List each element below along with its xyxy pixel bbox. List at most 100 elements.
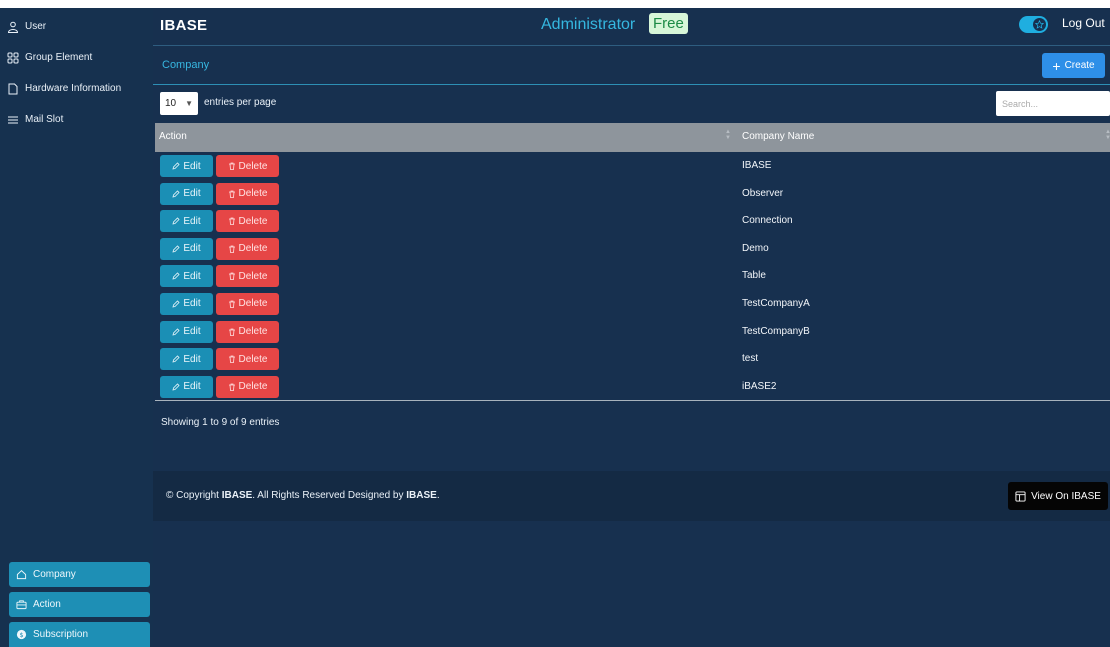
sidebar-top-nav: User Group Element Hardware Information …	[0, 8, 153, 135]
company-name-cell: test	[742, 353, 759, 365]
trash-icon	[228, 162, 235, 170]
table-row: Edit Delete iBASE2	[155, 373, 1110, 401]
copyright-middle: . All Rights Reserved Designed by	[252, 490, 407, 501]
sidebar-item-hardware-information[interactable]: Hardware Information	[0, 73, 153, 104]
edit-button[interactable]: Edit	[160, 182, 213, 205]
page-title: Company	[162, 59, 210, 71]
table-row: Edit Delete TestCompanyB	[155, 318, 1110, 346]
edit-button[interactable]: Edit	[160, 210, 213, 233]
delete-button[interactable]: Delete	[216, 155, 279, 177]
sidebar-item-label: Company	[33, 569, 76, 580]
edit-icon	[172, 272, 180, 280]
footer: © Copyright IBASE. All Rights Reserved D…	[153, 471, 1110, 521]
chevron-down-icon: ▼	[185, 99, 193, 108]
delete-button-label: Delete	[238, 298, 268, 310]
company-name-cell: Table	[742, 270, 766, 282]
edit-button-label: Edit	[183, 215, 201, 227]
edit-button-label: Edit	[183, 353, 201, 365]
sidebar-item-action[interactable]: Action	[9, 592, 150, 617]
delete-button[interactable]: Delete	[216, 237, 279, 260]
main-content: IBASE Administrator Free Log Out Company…	[153, 8, 1110, 647]
edit-button[interactable]: Edit	[160, 237, 213, 260]
top-bar: IBASE Administrator Free Log Out	[153, 8, 1110, 45]
edit-button[interactable]: Edit	[160, 375, 213, 398]
table-row: Edit Delete Observer	[155, 180, 1110, 208]
column-header-company-name[interactable]: Company Name	[742, 131, 814, 142]
sidebar-item-company[interactable]: Company	[9, 562, 150, 587]
delete-button[interactable]: Delete	[216, 210, 279, 233]
sidebar-item-group-element[interactable]: Group Element	[0, 42, 153, 73]
company-name-cell: TestCompanyA	[742, 297, 810, 309]
column-header-action[interactable]: Action	[159, 131, 187, 142]
trash-icon	[228, 245, 235, 253]
delete-button[interactable]: Delete	[216, 182, 279, 205]
theme-toggle[interactable]	[1019, 16, 1048, 33]
edit-icon	[172, 162, 180, 170]
delete-button[interactable]: Delete	[216, 320, 279, 343]
plus-icon: +	[1052, 57, 1061, 74]
edit-button-label: Edit	[183, 270, 201, 282]
briefcase-icon	[16, 600, 27, 610]
sidebar-item-mail-slot[interactable]: Mail Slot	[0, 104, 153, 135]
edit-button[interactable]: Edit	[160, 155, 213, 177]
copyright-suffix: .	[436, 490, 440, 501]
edit-icon	[172, 190, 180, 198]
edit-icon	[172, 383, 180, 391]
star-icon	[1035, 20, 1044, 29]
company-name-cell: Connection	[742, 215, 793, 227]
table-row: Edit Delete IBASE	[155, 152, 1110, 180]
delete-button[interactable]: Delete	[216, 292, 279, 315]
sidebar-item-user[interactable]: User	[0, 11, 153, 42]
sort-icon[interactable]: ▲ ▼	[1105, 129, 1110, 143]
company-name-cell: Observer	[742, 187, 784, 199]
edit-icon	[172, 300, 180, 308]
search-input[interactable]	[996, 91, 1110, 116]
trash-icon	[228, 217, 235, 226]
delete-button[interactable]: Delete	[216, 348, 279, 371]
edit-button-label: Edit	[183, 298, 201, 310]
brand-logo[interactable]: IBASE	[160, 17, 207, 34]
edit-button-label: Edit	[183, 243, 201, 255]
delete-button[interactable]: Delete	[216, 265, 279, 288]
view-button-label: View On IBASE	[1031, 490, 1101, 502]
delete-button-label: Delete	[238, 270, 268, 282]
sidebar-item-label: Subscription	[33, 629, 89, 640]
delete-button-label: Delete	[238, 353, 268, 365]
sidebar-item-subscription[interactable]: $ Subscription	[9, 622, 150, 647]
table-row: Edit Delete Connection	[155, 207, 1110, 235]
copyright-text: © Copyright IBASE. All Rights Reserved D…	[166, 490, 440, 501]
entries-per-page-select[interactable]: 10 ▼	[160, 92, 198, 115]
trash-icon	[228, 355, 235, 364]
sidebar: User Group Element Hardware Information …	[0, 8, 153, 647]
company-name-cell: IBASE	[742, 160, 772, 171]
edit-button[interactable]: Edit	[160, 265, 213, 288]
sidebar-item-label: Group Element	[25, 52, 93, 63]
copyright-brand-designer: IBASE	[406, 490, 437, 501]
create-button[interactable]: + Create	[1042, 53, 1105, 78]
table-bottom-border	[155, 400, 1110, 402]
delete-button[interactable]: Delete	[216, 375, 279, 398]
pagination-info: Showing 1 to 9 of 9 entries	[161, 417, 280, 428]
edit-icon	[172, 327, 180, 336]
copyright-prefix: © Copyright	[166, 490, 222, 501]
sidebar-item-label: Action	[33, 599, 61, 610]
company-name-cell: TestCompanyB	[742, 325, 810, 337]
table-row: Edit Delete test	[155, 345, 1110, 373]
edit-button-label: Edit	[183, 326, 201, 338]
table-header: Action ▲ ▼ Company Name ▲ ▼	[155, 123, 1110, 152]
sort-icon[interactable]: ▲ ▼	[725, 129, 731, 143]
sidebar-item-label: Mail Slot	[25, 114, 64, 125]
company-card: Company + Create 10 ▼ entries per page A…	[153, 45, 1110, 471]
trash-icon	[228, 383, 235, 391]
sidebar-item-label: User	[25, 21, 47, 32]
edit-button[interactable]: Edit	[160, 320, 213, 343]
view-on-ibase-button[interactable]: View On IBASE	[1008, 482, 1108, 510]
delete-button-label: Delete	[238, 160, 268, 172]
svg-text:$: $	[19, 631, 23, 639]
sidebar-item-label: Hardware Information	[25, 83, 122, 94]
logout-button[interactable]: Log Out	[1062, 16, 1105, 30]
edit-button-label: Edit	[183, 160, 201, 172]
edit-button[interactable]: Edit	[160, 348, 213, 371]
edit-icon	[172, 245, 180, 253]
edit-button[interactable]: Edit	[160, 292, 213, 315]
